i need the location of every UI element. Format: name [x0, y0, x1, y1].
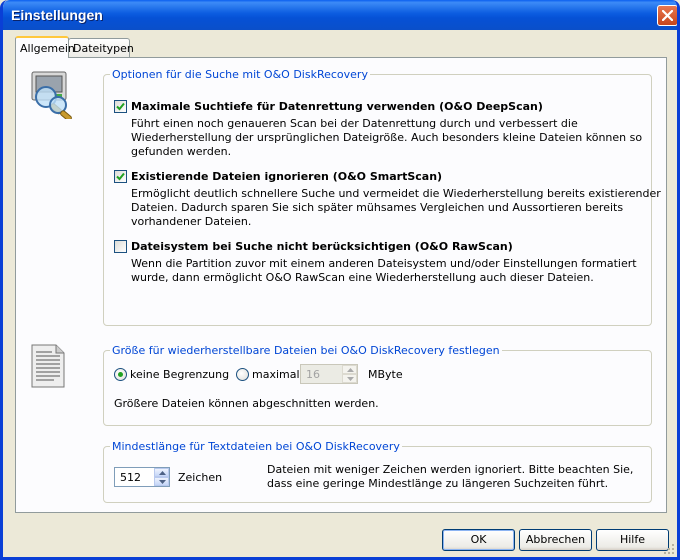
help-button[interactable]: Hilfe	[596, 529, 669, 551]
tab-allgemein[interactable]: Allgemein	[15, 36, 75, 58]
min-length-stepper[interactable]: 512	[114, 467, 170, 487]
smartscan-label[interactable]: Existierende Dateien ignorieren (O&O Sma…	[131, 170, 442, 183]
unlimited-radio[interactable]	[114, 368, 127, 381]
deepscan-description: Führt einen noch genaueren Scan bei der …	[131, 117, 643, 158]
search-options-group-title: Optionen für die Suche mit O&O DiskRecov…	[110, 68, 370, 81]
rawscan-description: Wenn die Partition zuvor mit einem ander…	[131, 257, 637, 284]
rawscan-checkbox[interactable]	[114, 240, 127, 253]
chevron-down-icon	[347, 377, 354, 381]
title-bar[interactable]: Einstellungen	[3, 0, 677, 30]
min-length-group: Mindestlänge für Textdateien bei O&O Dis…	[103, 440, 652, 503]
close-icon	[662, 10, 673, 21]
smartscan-checkbox[interactable]	[114, 170, 127, 183]
document-icon	[31, 344, 65, 388]
file-size-group: Größe für wiederherstellbare Dateien bei…	[103, 344, 652, 426]
chevron-up-icon	[347, 368, 354, 372]
chevron-up-icon	[159, 471, 166, 475]
min-length-note: Dateien mit weniger Zeichen werden ignor…	[267, 463, 634, 490]
search-options-group: Optionen für die Suche mit O&O DiskRecov…	[103, 68, 661, 326]
close-button[interactable]	[657, 5, 677, 26]
smartscan-description: Ermöglicht deutlich schnellere Suche und…	[131, 187, 661, 228]
file-size-group-title: Größe für wiederherstellbare Dateien bei…	[110, 344, 502, 357]
maximum-label[interactable]: maximal	[252, 368, 300, 381]
min-length-value: 512	[120, 471, 141, 484]
max-size-unit: MByte	[368, 368, 403, 381]
stepper-up-button[interactable]	[154, 468, 169, 477]
checkmark-icon	[116, 172, 125, 181]
deepscan-checkbox[interactable]	[114, 100, 127, 113]
max-size-value: 16	[306, 368, 320, 381]
ok-button[interactable]: OK	[442, 529, 515, 551]
stepper-up-button[interactable]	[342, 365, 357, 374]
unlimited-label[interactable]: keine Begrenzung	[130, 368, 229, 381]
checkmark-icon	[116, 102, 125, 111]
stepper-down-button[interactable]	[154, 477, 169, 486]
file-size-note: Größere Dateien können abgeschnitten wer…	[114, 397, 379, 410]
cancel-button[interactable]: Abbrechen	[519, 529, 592, 551]
maximum-radio[interactable]	[236, 368, 249, 381]
deepscan-label[interactable]: Maximale Suchtiefe für Datenrettung verw…	[131, 100, 543, 113]
window-title: Einstellungen	[11, 7, 103, 23]
settings-window: Einstellungen Allgemein Dateitypen Optio…	[0, 0, 680, 560]
stepper-down-button[interactable]	[342, 374, 357, 383]
min-length-group-title: Mindestlänge für Textdateien bei O&O Dis…	[110, 440, 402, 453]
min-length-unit: Zeichen	[178, 471, 223, 484]
radio-selected-dot	[118, 372, 123, 377]
resize-grip-icon[interactable]	[663, 543, 675, 555]
chevron-down-icon	[159, 480, 166, 484]
rawscan-label[interactable]: Dateisystem bei Suche nicht berücksichti…	[131, 240, 513, 253]
tab-dateitypen[interactable]: Dateitypen	[68, 38, 134, 57]
tab-panel-allgemein: Optionen für die Suche mit O&O DiskRecov…	[15, 57, 667, 513]
max-size-stepper[interactable]: 16	[300, 364, 358, 384]
disk-search-icon	[31, 71, 72, 119]
